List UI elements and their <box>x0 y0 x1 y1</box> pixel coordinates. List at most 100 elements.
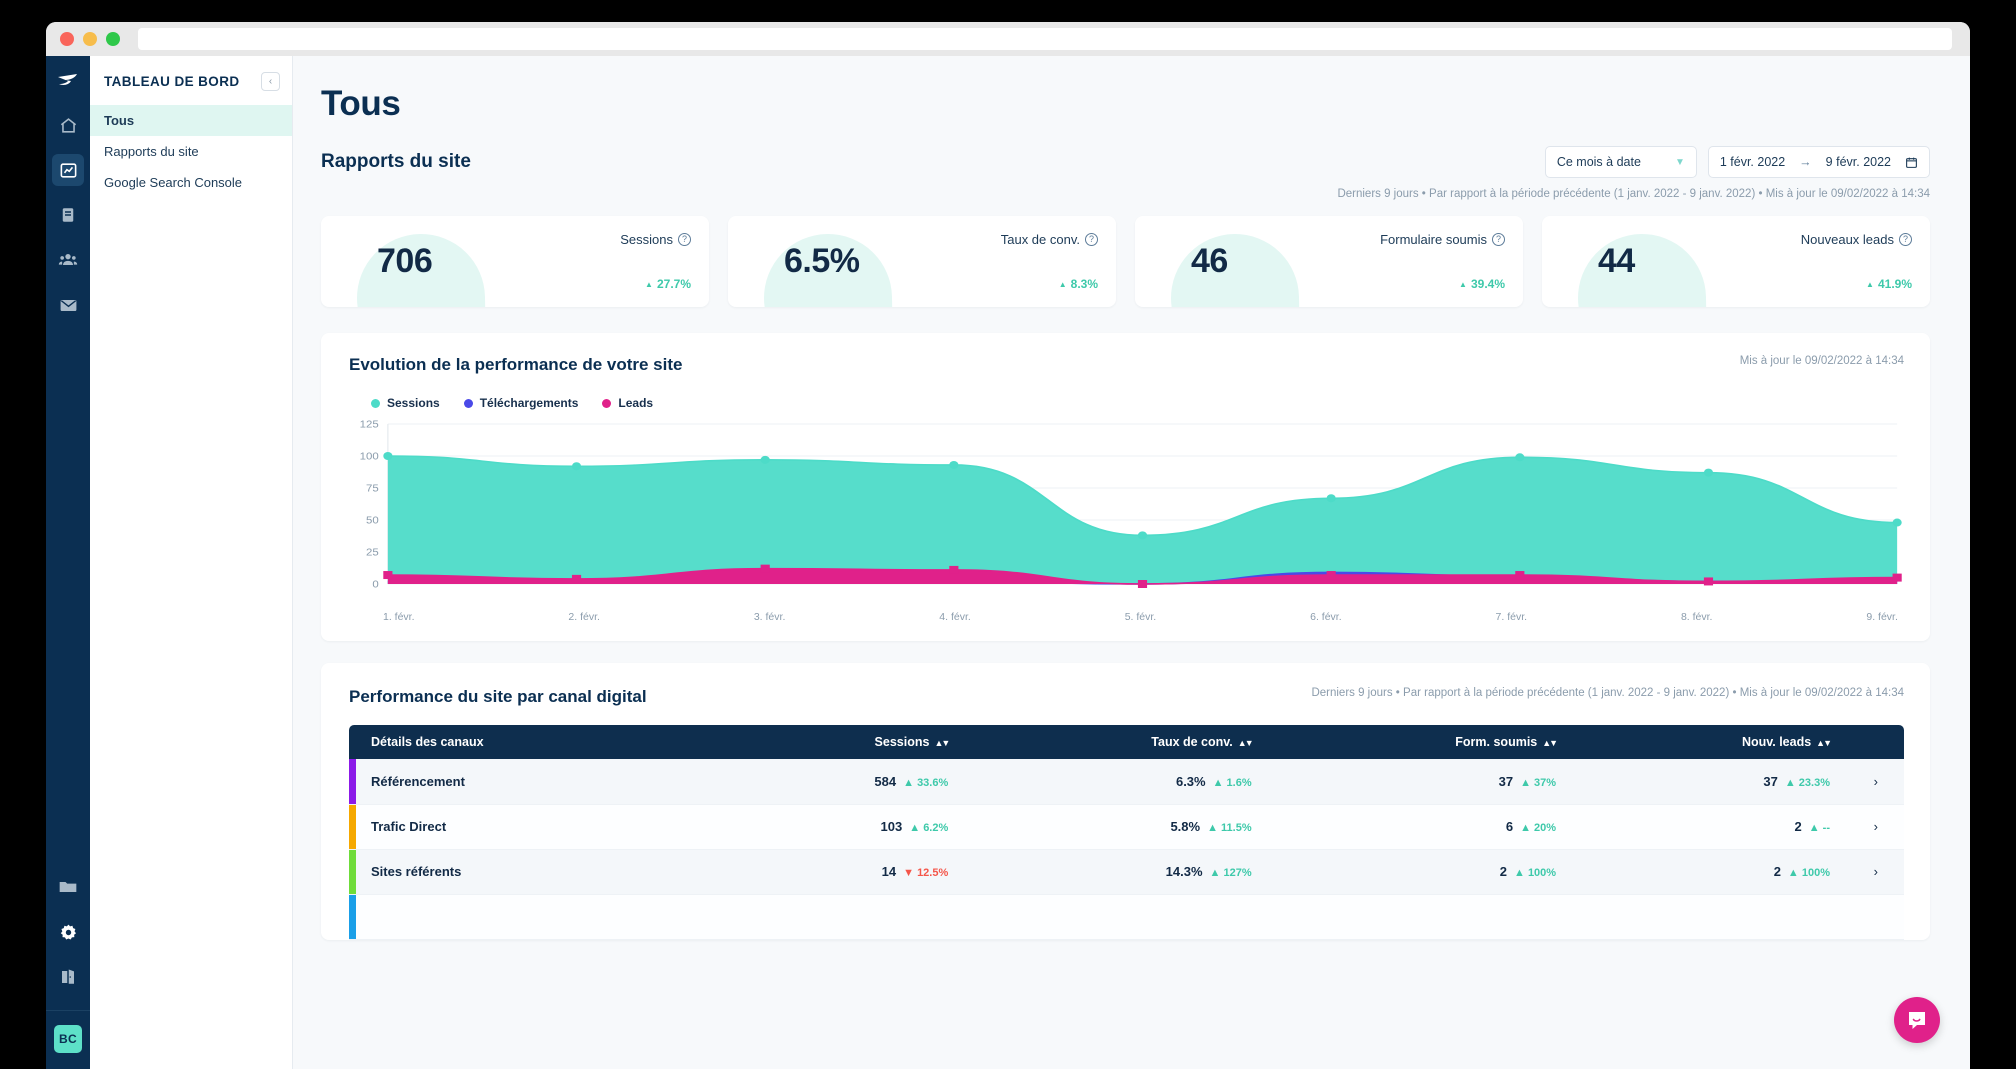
kpi-label-text: Sessions <box>620 232 673 247</box>
kpi-card-nouveaux-leads[interactable]: 44 Nouveaux leads ? ▲ 41.9% <box>1542 216 1930 307</box>
cell-value: 37 <box>1763 773 1778 789</box>
svg-text:25: 25 <box>366 547 379 558</box>
row-expand-chevron-icon[interactable]: › <box>1856 804 1904 850</box>
column-header-new-leads[interactable]: Nouv. leads ▲▼ <box>1582 725 1856 759</box>
browser-window: BC TABLEAU DE BORD ‹ Tous Rapports du si… <box>46 22 1970 1069</box>
folder-icon[interactable] <box>52 871 84 903</box>
period-select[interactable]: Ce mois à date ▼ <box>1544 146 1697 178</box>
cell-delta: ▲ 23.3% <box>1784 776 1830 789</box>
area-chart: 0 25 50 75 100 125 <box>360 419 1902 590</box>
kpi-label-text: Nouveaux leads <box>1800 232 1894 247</box>
cell-delta: ▲ 11.5% <box>1207 822 1252 834</box>
column-header-actions <box>1856 725 1904 759</box>
sidebar-item-contacts[interactable] <box>52 244 84 276</box>
kpi-delta: ▲ 39.4% <box>1459 277 1505 291</box>
kpi-cards: 706 Sessions ? ▲ 27.7% 6.5% Taux de conv… <box>321 216 1930 307</box>
legend-item-leads[interactable]: Leads <box>602 396 653 410</box>
chart-title: Evolution de la performance de votre sit… <box>349 355 683 374</box>
cell-channel-name: Référencement <box>349 759 735 805</box>
x-axis-tick-label: 5. févr. <box>1124 611 1157 623</box>
x-axis-tick-label: 1. févr. <box>383 611 415 623</box>
nav-item-tous[interactable]: Tous <box>90 105 292 136</box>
kpi-label: Formulaire soumis ? <box>1380 232 1505 247</box>
channel-label: Référencement <box>371 773 465 789</box>
trend-up-icon: ▲ <box>1058 279 1067 289</box>
column-header-conversion-rate[interactable]: Taux de conv. ▲▼ <box>974 725 1278 759</box>
column-header-sessions[interactable]: Sessions ▲▼ <box>734 725 975 759</box>
cell-conversion-rate: 5.8% ▲ 11.5% <box>974 804 1278 850</box>
sidebar-item-analytics[interactable] <box>52 154 84 186</box>
cell-forms-submitted: 37 ▲ 37% <box>1277 759 1583 805</box>
address-bar[interactable] <box>138 28 1952 50</box>
row-expand-chevron-icon[interactable] <box>1856 894 1904 940</box>
kpi-value: 46 <box>1191 242 1228 280</box>
cell-value: 6.3% <box>1175 773 1206 789</box>
table-row[interactable]: Référencement 584 ▲ 33.6% 6.3% ▲ 1.6% 37 ▲ … <box>349 759 1904 805</box>
cell-conversion-rate: 6.3% ▲ 1.6% <box>974 759 1278 805</box>
chart-card-header: Evolution de la performance de votre sit… <box>349 355 1904 375</box>
legend-color-dot <box>602 398 612 408</box>
chart-plot-area: 0 25 50 75 100 125 <box>349 416 1904 606</box>
sidebar-item-email[interactable] <box>52 289 84 321</box>
avatar[interactable]: BC <box>54 1025 82 1053</box>
date-end-value: 9 févr. 2022 <box>1825 155 1891 169</box>
kpi-value: 6.5% <box>784 242 860 280</box>
legend-item-telechargements[interactable]: Téléchargements <box>463 396 579 410</box>
kpi-card-taux-de-conv[interactable]: 6.5% Taux de conv. ? ▲ 8.3% <box>728 216 1116 307</box>
legend-item-sessions[interactable]: Sessions <box>371 396 440 410</box>
nav-item-google-search-console[interactable]: Google Search Console <box>90 167 292 198</box>
legend-label: Téléchargements <box>479 396 579 410</box>
kpi-decoration <box>1576 232 1708 307</box>
table-row[interactable]: Sites référents 14 ▼ 12.5% 14.3% ▲ 127% 2 ▲… <box>349 849 1904 895</box>
date-range-picker[interactable]: 1 févr. 2022 → 9 févr. 2022 <box>1707 146 1930 178</box>
column-header-forms-submitted[interactable]: Form. soumis ▲▼ <box>1277 725 1583 759</box>
chart-meta: Mis à jour le 09/02/2022 à 14:34 <box>1739 355 1904 367</box>
exit-door-icon[interactable] <box>52 961 84 993</box>
help-icon[interactable]: ? <box>1085 233 1098 246</box>
kpi-card-sessions[interactable]: 706 Sessions ? ▲ 27.7% <box>321 216 709 307</box>
nav-panel: TABLEAU DE BORD ‹ Tous Rapports du site … <box>90 56 293 1069</box>
table-row[interactable]: Trafic Direct 103 ▲ 6.2% 5.8% ▲ 11.5% 6 ▲ 2… <box>349 804 1904 850</box>
help-icon[interactable]: ? <box>1492 233 1505 246</box>
help-icon[interactable]: ? <box>1899 233 1912 246</box>
section-title: Rapports du site <box>321 151 471 172</box>
x-axis-tick-label: 9. févr. <box>1866 611 1898 623</box>
kpi-delta-value: 27.7% <box>656 277 691 291</box>
cell-delta: ▼ 12.5% <box>903 867 949 879</box>
table-row[interactable] <box>349 894 1904 940</box>
minimize-window-button[interactable] <box>83 32 97 46</box>
svg-text:75: 75 <box>366 483 379 494</box>
row-expand-chevron-icon[interactable]: › <box>1856 849 1904 895</box>
sidebar-item-library[interactable] <box>52 199 84 231</box>
x-axis-tick-label: 4. févr. <box>939 611 971 623</box>
sidebar-item-home[interactable] <box>52 109 84 141</box>
intercom-chat-button[interactable] <box>1894 997 1940 1043</box>
help-icon[interactable]: ? <box>678 233 691 246</box>
kpi-delta-value: 41.9% <box>1877 277 1912 291</box>
section-header: Rapports du site Ce mois à date ▼ 1 févr… <box>321 146 1930 178</box>
cell-value: 37 <box>1498 773 1514 789</box>
legend-label: Sessions <box>387 396 440 410</box>
brand-logo-icon[interactable] <box>57 72 79 95</box>
row-expand-chevron-icon[interactable]: › <box>1856 759 1904 805</box>
nav-item-rapports-du-site[interactable]: Rapports du site <box>90 136 292 167</box>
cell-sessions: 14 ▼ 12.5% <box>734 849 975 895</box>
kpi-label-text: Formulaire soumis <box>1380 232 1487 247</box>
kpi-value: 44 <box>1598 242 1635 280</box>
kpi-card-formulaire-soumis[interactable]: 46 Formulaire soumis ? ▲ 39.4% <box>1135 216 1523 307</box>
cell-new-leads: 2 ▲ -- <box>1582 804 1856 850</box>
gear-icon[interactable] <box>52 916 84 948</box>
cell-delta: ▲ 100% <box>1514 867 1557 879</box>
icon-rail: BC <box>46 56 90 1069</box>
cell-forms-submitted: 6 ▲ 20% <box>1277 804 1583 850</box>
cell-value: 103 <box>880 819 903 834</box>
cell-sessions: 103 ▲ 6.2% <box>734 804 975 850</box>
cell-channel-name: Sites référents <box>349 849 735 895</box>
cell-delta: ▲ 6.2% <box>909 822 949 834</box>
close-window-button[interactable] <box>60 32 74 46</box>
icon-rail-bottom: BC <box>46 871 90 1069</box>
chat-bubble-icon <box>1909 1012 1925 1029</box>
cell-delta: ▲ 100% <box>1787 867 1830 879</box>
maximize-window-button[interactable] <box>106 32 120 46</box>
collapse-sidebar-button[interactable]: ‹ <box>261 72 280 91</box>
